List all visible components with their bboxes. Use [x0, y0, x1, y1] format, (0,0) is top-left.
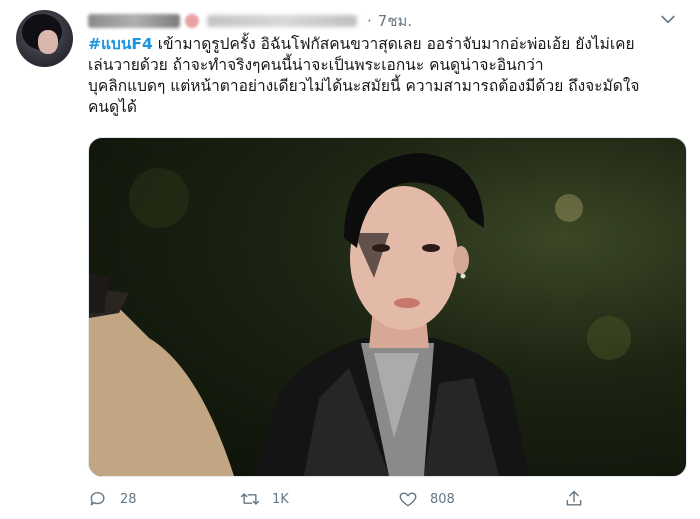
photo-content	[89, 153, 631, 476]
tweet-header: · 7ชม.	[88, 10, 412, 32]
share-button[interactable]	[564, 486, 596, 512]
hashtag-link[interactable]: #แบนF4	[88, 35, 153, 53]
share-icon	[566, 490, 582, 506]
tweet-actions: 28 1K 808	[88, 486, 688, 512]
reply-count: 28	[120, 491, 137, 507]
heart-icon	[399, 492, 417, 507]
avatar[interactable]	[16, 10, 73, 67]
like-button[interactable]: 808	[398, 486, 455, 512]
reply-icon	[90, 492, 105, 506]
tweet-body: เข้ามาดูรูปครั้ง อิฉันโฟกัสคนขวาสุดเลย อ…	[88, 35, 640, 116]
retweet-icon	[240, 493, 260, 505]
author-badge-blurred	[185, 14, 199, 28]
tweet-photo[interactable]	[88, 137, 687, 477]
retweet-count: 1K	[272, 491, 289, 507]
retweet-button[interactable]: 1K	[240, 486, 289, 512]
like-count: 808	[430, 491, 455, 507]
author-handle-blurred[interactable]	[207, 15, 357, 27]
tweet-timestamp[interactable]: 7ชม.	[378, 9, 412, 33]
author-name-blurred[interactable]	[88, 14, 180, 28]
avatar-face	[38, 30, 58, 54]
reply-button[interactable]: 28	[88, 486, 137, 512]
more-options-button[interactable]	[652, 6, 684, 32]
tweet-card[interactable]: · 7ชม. #แบนF4 เข้ามาดูรูปครั้ง อิฉันโฟกั…	[0, 0, 700, 519]
chevron-down-icon	[661, 15, 675, 24]
tweet-text: #แบนF4 เข้ามาดูรูปครั้ง อิฉันโฟกัสคนขวาส…	[88, 34, 684, 118]
separator-dot: ·	[367, 12, 372, 30]
